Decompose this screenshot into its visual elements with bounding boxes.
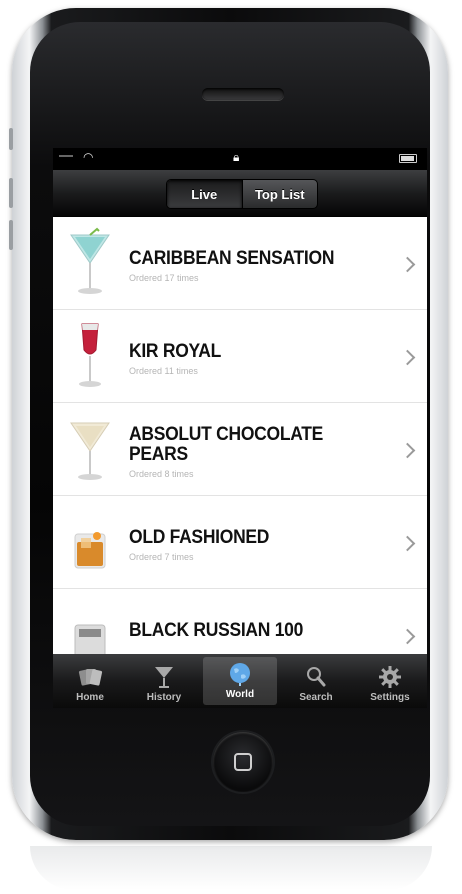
volume-up-button: [9, 178, 13, 208]
chevron-right-icon: [399, 256, 416, 273]
tab-label: History: [146, 692, 182, 703]
drink-list: CARIBBEAN SENSATION Ordered 17 times KIR…: [53, 217, 427, 682]
chevron-right-icon: [399, 535, 416, 552]
mute-switch: [9, 128, 13, 150]
martini-glass-cream-icon: [70, 422, 110, 480]
cards-icon: [78, 669, 103, 686]
tab-label: World: [225, 689, 255, 700]
search-icon: [307, 667, 326, 687]
chevron-right-icon: [399, 442, 416, 459]
gear-icon: [379, 666, 401, 688]
drink-order-count: Ordered 7 times: [129, 552, 194, 562]
home-button[interactable]: [213, 732, 273, 792]
battery-icon: [399, 154, 417, 163]
drink-order-count: Ordered 8 times: [129, 469, 194, 479]
phone-reflection: [30, 846, 432, 890]
martini-glass-blue-icon: [70, 227, 110, 294]
tab-home[interactable]: Home: [53, 654, 127, 708]
drink-name: KIR ROYAL: [129, 341, 222, 362]
globe-icon: [230, 663, 250, 686]
navigation-bar: Live Top List: [53, 170, 427, 217]
drink-name: ABSOLUT CHOCOLATE PEARS: [129, 424, 324, 465]
list-item[interactable]: CARIBBEAN SENSATION Ordered 17 times: [53, 217, 427, 310]
list-item[interactable]: OLD FASHIONED Ordered 7 times: [53, 496, 427, 589]
drink-name: OLD FASHIONED: [129, 527, 270, 548]
tab-search[interactable]: Search: [279, 654, 353, 708]
rocks-glass-amber-icon: [74, 532, 106, 569]
tab-settings[interactable]: Settings: [353, 654, 427, 708]
chevron-right-icon: [399, 349, 416, 366]
cocktail-glass-icon: [155, 667, 173, 688]
app-screen: ◠ 🔒︎ Live Top List CARIBBEAN SENSATION O…: [53, 148, 427, 708]
signal-icon: [59, 155, 73, 157]
segment-live[interactable]: Live: [167, 180, 242, 208]
tab-world[interactable]: World: [203, 657, 277, 705]
drink-order-count: Ordered 17 times: [129, 273, 199, 283]
list-item[interactable]: ABSOLUT CHOCOLATE PEARS Ordered 8 times: [53, 403, 427, 496]
chevron-right-icon: [399, 628, 416, 645]
drink-name: CARIBBEAN SENSATION: [129, 248, 335, 269]
champagne-flute-red-icon: [79, 323, 101, 387]
drink-name: BLACK RUSSIAN 100: [129, 620, 304, 641]
tab-label: Search: [299, 692, 333, 703]
status-bar: ◠ 🔒︎: [53, 148, 427, 170]
live-toplist-segmented-control: Live Top List: [166, 179, 318, 209]
drink-order-count: Ordered 11 times: [129, 366, 198, 376]
lock-icon: 🔒︎: [233, 150, 240, 164]
home-square-icon: [234, 753, 252, 771]
tab-label: Home: [76, 692, 104, 703]
tab-label: Settings: [370, 692, 410, 703]
tab-bar: Home History World Search Settings: [53, 654, 427, 708]
volume-down-button: [9, 220, 13, 250]
wifi-icon: ◠: [83, 150, 94, 164]
tab-history[interactable]: History: [127, 654, 201, 708]
segment-top-list[interactable]: Top List: [241, 180, 318, 208]
list-item[interactable]: KIR ROYAL Ordered 11 times: [53, 310, 427, 403]
earpiece-speaker: [202, 88, 284, 100]
